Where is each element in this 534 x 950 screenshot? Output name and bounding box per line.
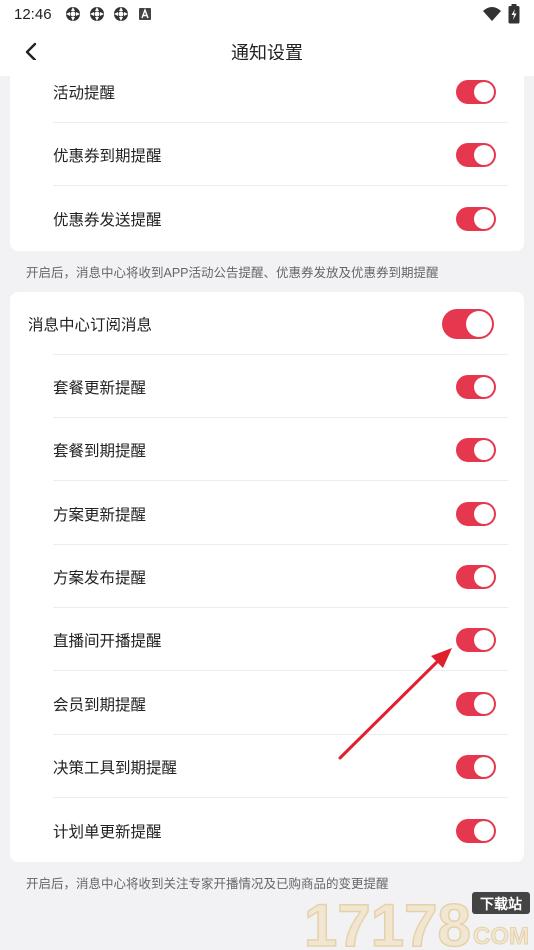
notification-settings-screen: 12:46 通知设置 活动提醒 优惠券到期提醒 优惠券发送提醒 开启后，消息中心… (0, 0, 534, 950)
sync-icon (113, 7, 128, 21)
plan-list-update-toggle[interactable] (456, 818, 496, 843)
a-badge-icon (138, 8, 151, 20)
status-time: 12:46 (14, 5, 52, 23)
setting-label: 套餐到期提醒 (53, 442, 147, 460)
package-update-toggle[interactable] (456, 374, 496, 399)
toggle-knob (474, 503, 494, 524)
live-room-start-toggle[interactable] (456, 627, 496, 652)
setting-label: 方案发布提醒 (53, 569, 147, 587)
wifi-icon (483, 7, 501, 21)
sync-icon (89, 7, 104, 21)
annotation-arrow-icon (338, 648, 452, 760)
toggle-knob (474, 756, 494, 777)
toggle-knob (474, 144, 494, 165)
status-right (482, 4, 520, 24)
package-expiry-toggle[interactable] (456, 437, 496, 462)
toggle-knob (474, 629, 494, 650)
watermark-tag: 下载站 (480, 896, 522, 913)
divider (53, 480, 508, 481)
setting-row: 方案发布提醒 (10, 545, 524, 608)
setting-row: 套餐更新提醒 (10, 355, 524, 418)
setting-row: 计划单更新提醒 (10, 799, 524, 862)
setting-label: 套餐更新提醒 (53, 379, 147, 397)
watermark-number: 17178 (304, 892, 471, 950)
plan-update-toggle[interactable] (456, 501, 496, 526)
toggle-knob (474, 81, 494, 102)
message-center-card: 消息中心订阅消息 套餐更新提醒 套餐到期提醒 方案更新提醒 方案发布提醒 直播间… (10, 292, 524, 862)
message-center-subscribe-row: 消息中心订阅消息 (10, 292, 524, 355)
site-watermark-logo: 17178 下载站 COM (303, 891, 530, 950)
setting-label: 决策工具到期提醒 (53, 759, 178, 777)
status-bar: 12:46 (0, 0, 534, 28)
divider (53, 797, 508, 798)
toggle-knob (474, 208, 494, 229)
setting-row: 套餐到期提醒 (10, 418, 524, 481)
setting-row: 优惠券发送提醒 (10, 187, 524, 250)
coupon-expiry-toggle[interactable] (456, 142, 496, 167)
setting-row: 活动提醒 (10, 60, 524, 123)
setting-label: 会员到期提醒 (53, 696, 147, 714)
toggle-knob (474, 820, 494, 841)
setting-row: 优惠券到期提醒 (10, 123, 524, 186)
message-center-subscribe-toggle[interactable] (442, 308, 494, 339)
activity-notifications-card: 活动提醒 优惠券到期提醒 优惠券发送提醒 (10, 60, 524, 251)
toggle-knob (474, 693, 494, 714)
sync-icon (65, 7, 80, 21)
decision-tool-expiry-toggle[interactable] (456, 754, 496, 779)
toggle-knob (474, 566, 494, 587)
setting-label: 优惠券到期提醒 (53, 147, 162, 165)
battery-icon (508, 4, 520, 24)
section1-hint: 开启后，消息中心将收到APP活动公告提醒、优惠券发放及优惠券到期提醒 (26, 266, 439, 280)
setting-label: 方案更新提醒 (53, 506, 147, 524)
toggle-knob (466, 310, 492, 337)
plan-publish-toggle[interactable] (456, 564, 496, 589)
activity-reminder-toggle[interactable] (456, 79, 496, 104)
setting-row: 方案更新提醒 (10, 482, 524, 545)
setting-label: 优惠券发送提醒 (53, 211, 162, 229)
coupon-sent-toggle[interactable] (456, 206, 496, 231)
setting-label: 活动提醒 (53, 84, 116, 102)
setting-label: 计划单更新提醒 (53, 823, 162, 841)
setting-label: 消息中心订阅消息 (28, 316, 153, 334)
toggle-knob (474, 376, 494, 397)
setting-label: 直播间开播提醒 (53, 632, 162, 650)
membership-expiry-toggle[interactable] (456, 691, 496, 716)
toggle-knob (474, 439, 494, 460)
watermark-domain: COM (473, 923, 529, 950)
divider (53, 185, 508, 186)
